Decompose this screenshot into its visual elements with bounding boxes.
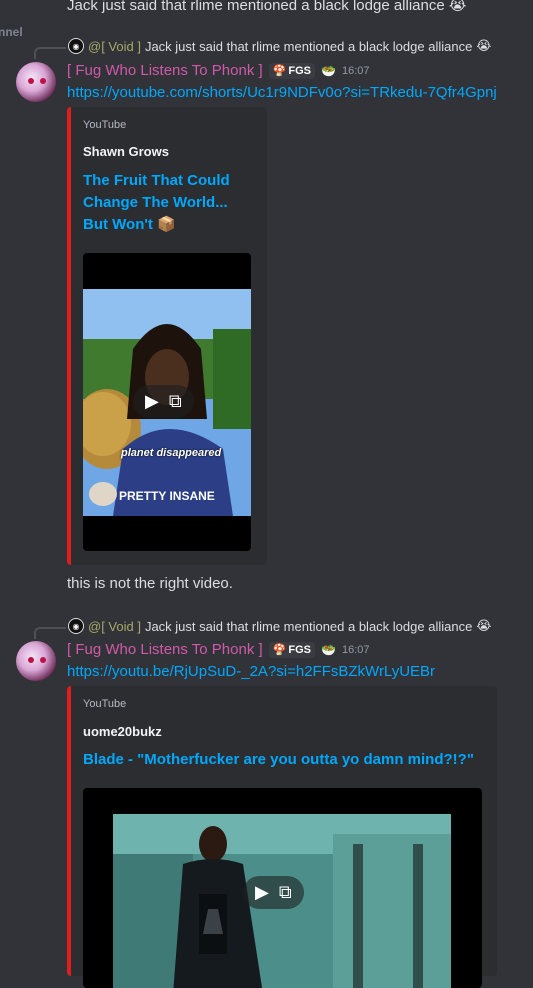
embed-title-line[interactable]: But Won't 📦 xyxy=(83,214,261,236)
replied-user-avatar[interactable]: ◉ xyxy=(68,38,84,54)
reply-connector xyxy=(34,627,66,639)
embed-author[interactable]: Shawn Grows xyxy=(83,144,169,159)
youtube-embed: YouTube uome20bukz Blade - "Motherfucker… xyxy=(67,686,497,988)
bowl-icon: 🥗 xyxy=(321,63,336,78)
replied-user-avatar[interactable]: ◉ xyxy=(68,618,84,634)
guild-tag[interactable]: 🍄 FGS xyxy=(268,641,315,658)
avatar[interactable] xyxy=(16,62,56,102)
embed-title-line[interactable]: The Fruit That Could xyxy=(83,170,261,192)
guild-tag-label: FGS xyxy=(288,64,311,77)
crying-emoji: 😭 xyxy=(448,0,467,14)
play-controls[interactable]: ▶ ⧉ xyxy=(133,385,194,418)
avatar[interactable] xyxy=(16,641,56,681)
message-content: this is not the right video. xyxy=(67,575,233,592)
mushroom-icon: 🍄 xyxy=(272,65,287,77)
embed-title[interactable]: Blade - "Motherfucker are you outta yo d… xyxy=(83,749,474,771)
replied-user-name[interactable]: @[ Void ] xyxy=(88,39,141,54)
embed-provider[interactable]: YouTube xyxy=(83,119,126,131)
previous-message-text: Jack just said that rlime mentioned a bl… xyxy=(67,0,466,14)
message-link[interactable]: https://youtu.be/RjUpSuD-_2A?si=h2FFsBZk… xyxy=(67,663,435,680)
crying-emoji: 😭 xyxy=(476,618,492,633)
guild-tag-label: FGS xyxy=(288,643,311,656)
play-icon[interactable]: ▶ xyxy=(255,882,269,903)
embed-title-line[interactable]: Change The World... xyxy=(83,192,261,214)
youtube-embed: YouTube Shawn Grows The Fruit That Could… xyxy=(67,107,267,565)
video-thumbnail[interactable]: planet disappeared PRETTY INSANE ▶ ⧉ xyxy=(83,253,251,551)
username[interactable]: [ Fug Who Listens To Phonk ] xyxy=(67,62,263,79)
bowl-icon: 🥗 xyxy=(321,642,336,657)
embed-provider[interactable]: YouTube xyxy=(83,698,126,710)
message-header: [ Fug Who Listens To Phonk ] 🍄 FGS 🥗 16:0… xyxy=(67,62,369,79)
mushroom-icon: 🍄 xyxy=(272,644,287,656)
popout-icon[interactable]: ⧉ xyxy=(279,882,292,903)
play-icon[interactable]: ▶ xyxy=(145,391,159,412)
message-content: Jack just said that rlime mentioned a bl… xyxy=(67,0,445,14)
embed-author[interactable]: uome20bukz xyxy=(83,724,162,739)
username[interactable]: [ Fug Who Listens To Phonk ] xyxy=(67,641,263,658)
reply-preview[interactable]: ◉ @[ Void ] Jack just said that rlime me… xyxy=(68,38,492,54)
video-thumbnail[interactable]: ▶ ⧉ xyxy=(83,788,482,988)
replied-message-text[interactable]: Jack just said that rlime mentioned a bl… xyxy=(145,39,472,54)
message-link[interactable]: https://youtube.com/shorts/Uc1r9NDFv0o?s… xyxy=(67,84,497,101)
embed-title[interactable]: The Fruit That Could Change The World...… xyxy=(83,170,261,236)
message-header: [ Fug Who Listens To Phonk ] 🍄 FGS 🥗 16:0… xyxy=(67,641,369,658)
reply-preview[interactable]: ◉ @[ Void ] Jack just said that rlime me… xyxy=(68,618,492,634)
shirt-text: PRETTY INSANE xyxy=(119,489,215,503)
guild-tag[interactable]: 🍄 FGS xyxy=(268,62,315,79)
crying-emoji: 😭 xyxy=(476,38,492,53)
timestamp[interactable]: 16:07 xyxy=(342,644,370,656)
timestamp[interactable]: 16:07 xyxy=(342,65,370,77)
popout-icon[interactable]: ⧉ xyxy=(169,391,182,412)
reply-connector xyxy=(34,47,66,59)
video-caption: planet disappeared xyxy=(121,447,222,459)
replied-user-name[interactable]: @[ Void ] xyxy=(88,619,141,634)
replied-message-text[interactable]: Jack just said that rlime mentioned a bl… xyxy=(145,619,472,634)
channel-label-fragment: nnel xyxy=(0,25,23,39)
play-controls[interactable]: ▶ ⧉ xyxy=(243,876,304,909)
